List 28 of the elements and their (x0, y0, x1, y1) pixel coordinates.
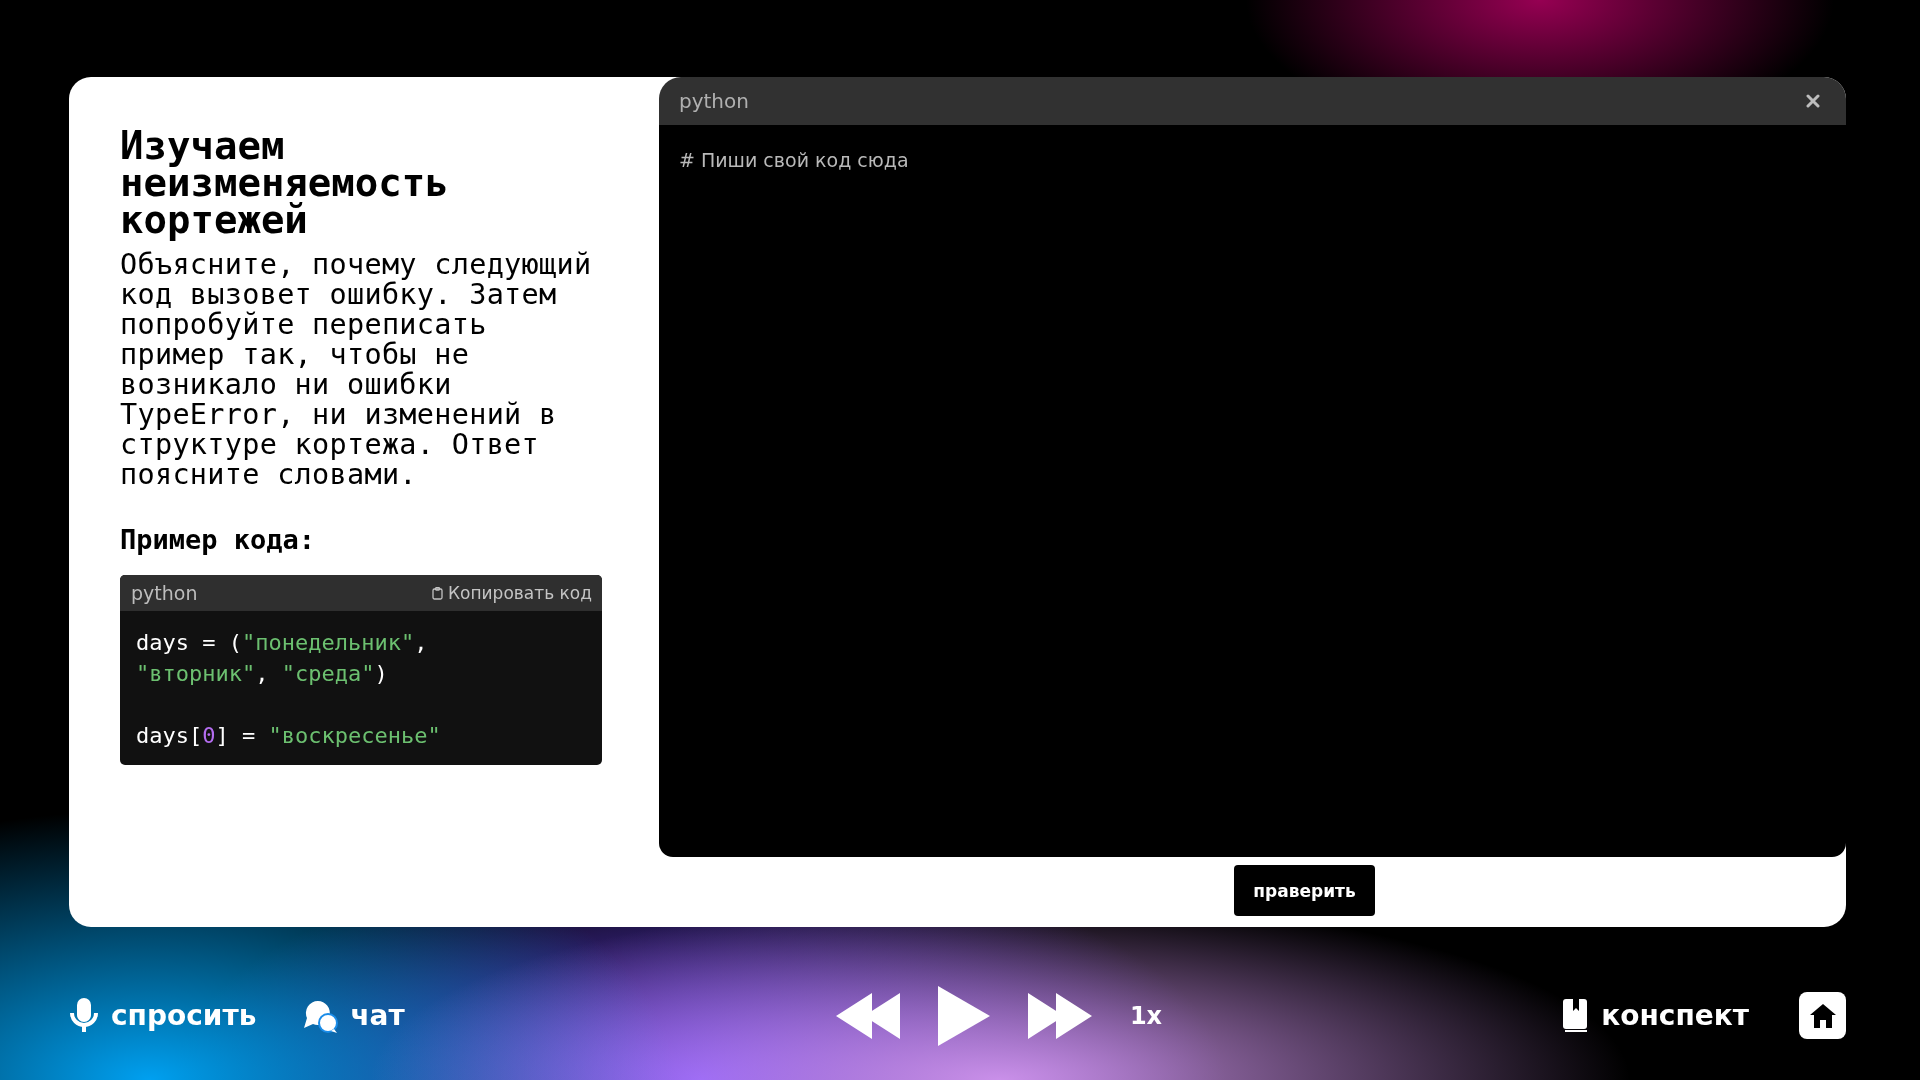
ask-button[interactable]: спросить (69, 997, 257, 1034)
check-button[interactable]: праверить (1234, 865, 1375, 916)
editor-language-label: python (679, 89, 749, 113)
rewind-button[interactable] (835, 992, 900, 1039)
home-button[interactable] (1799, 992, 1846, 1039)
notes-button[interactable]: конспект (1563, 998, 1749, 1033)
code-line: "вторник", "среда") (136, 660, 389, 688)
clipboard-icon (432, 586, 443, 600)
play-icon (937, 985, 990, 1046)
play-button[interactable] (937, 985, 990, 1046)
rewind-icon (835, 992, 900, 1039)
playback-speed-button[interactable]: 1x (1129, 1001, 1163, 1030)
task-description: Объясните, почему следующий код вызовет ошибку. Затем попробуйте переписать пример так, чтобы не возникало ни ошибки TypeError, ни изменений в структуре кортежа. Ответ поясните словами. (120, 250, 593, 490)
book-icon (1563, 998, 1590, 1033)
microphone-icon (69, 997, 99, 1034)
fast-forward-button[interactable] (1027, 992, 1092, 1039)
code-input-field[interactable]: # Пиши свой код сюда (659, 125, 1846, 857)
home-icon (1809, 1003, 1836, 1028)
close-icon (1806, 94, 1820, 108)
example-heading: Пример кода: (120, 524, 317, 555)
fast-forward-icon (1027, 992, 1092, 1039)
close-button[interactable] (1806, 94, 1820, 108)
code-line: days[0] = "воскресенье" (136, 722, 442, 750)
code-line: days = ("понедельник", (136, 629, 429, 657)
code-language-label: python (131, 582, 198, 604)
chat-button[interactable]: чат (304, 998, 405, 1033)
chat-bubbles-icon (304, 998, 339, 1033)
copy-code-button[interactable]: Копировать код (432, 583, 592, 603)
